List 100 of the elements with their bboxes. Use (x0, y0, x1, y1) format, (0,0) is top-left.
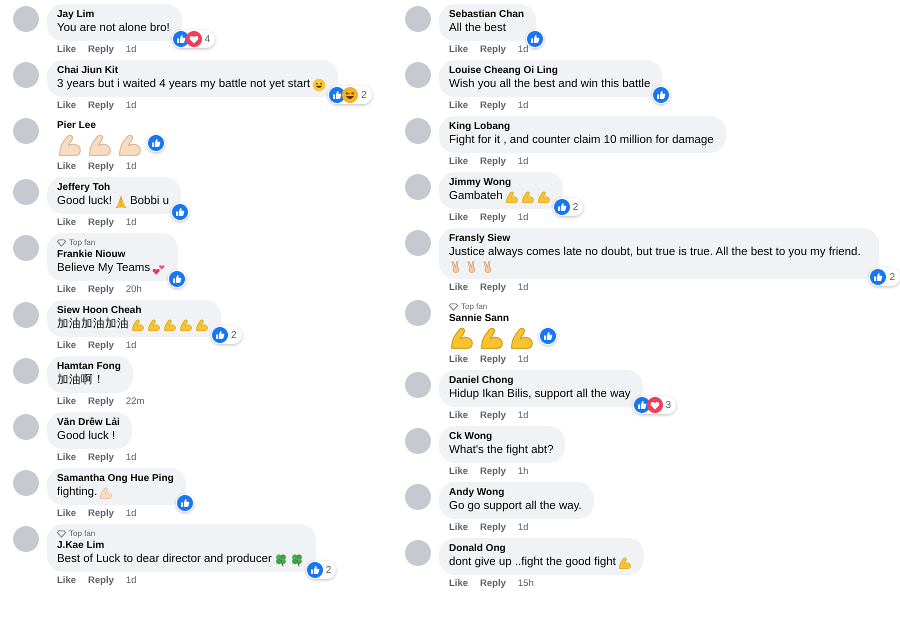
commenter-name[interactable]: Daniel Chong (449, 374, 631, 387)
reaction-summary[interactable]: 2 (211, 326, 242, 344)
like-link[interactable]: Like (57, 44, 76, 56)
like-link[interactable]: Like (57, 508, 76, 520)
reply-link[interactable]: Reply (88, 340, 114, 352)
commenter-name[interactable]: Donald Ong (449, 542, 632, 555)
reaction-summary[interactable]: 3 (632, 396, 676, 414)
avatar[interactable] (405, 174, 431, 200)
reaction-summary[interactable] (168, 270, 186, 288)
avatar[interactable] (13, 179, 39, 205)
commenter-name[interactable]: Sannie Sann (449, 312, 537, 325)
commenter-name[interactable]: Chai Jiun Kit (57, 64, 326, 77)
comment-text: Hidup Ikan Bilis, support all the way (449, 387, 631, 402)
avatar[interactable] (13, 6, 39, 32)
avatar[interactable] (13, 358, 39, 384)
reaction-summary[interactable] (526, 30, 544, 48)
avatar[interactable] (405, 230, 431, 256)
like-link[interactable]: Like (57, 340, 76, 352)
like-link[interactable]: Like (57, 284, 76, 296)
commenter-name[interactable]: Ck Wong (449, 430, 554, 443)
like-link[interactable]: Like (57, 161, 76, 173)
commenter-name[interactable]: King Lobang (449, 120, 714, 133)
reaction-summary[interactable]: 2 (328, 86, 372, 104)
avatar[interactable] (405, 540, 431, 566)
commenter-name[interactable]: Andy Wong (449, 486, 582, 499)
like-link[interactable]: Like (57, 217, 76, 229)
reply-link[interactable]: Reply (88, 100, 114, 112)
reply-link[interactable]: Reply (88, 396, 114, 408)
reply-link[interactable]: Reply (480, 156, 506, 168)
commenter-name[interactable]: Jimmy Wong (449, 176, 551, 189)
reaction-summary[interactable] (539, 327, 557, 345)
avatar[interactable] (13, 470, 39, 496)
like-link[interactable]: Like (57, 100, 76, 112)
avatar[interactable] (405, 6, 431, 32)
like-link[interactable]: Like (57, 396, 76, 408)
avatar[interactable] (405, 428, 431, 454)
comment-text: dont give up ..fight the good fight (449, 555, 616, 570)
reply-link[interactable]: Reply (480, 282, 506, 294)
reaction-summary[interactable] (147, 134, 165, 152)
commenter-name[interactable]: Sebastian Chan (449, 8, 524, 21)
avatar[interactable] (13, 526, 39, 552)
commenter-name[interactable]: Văn Drêw Lải (57, 416, 120, 429)
like-link[interactable]: Like (449, 578, 468, 590)
avatar[interactable] (405, 484, 431, 510)
avatar[interactable] (405, 372, 431, 398)
reaction-summary[interactable]: 2 (869, 268, 900, 286)
avatar[interactable] (405, 62, 431, 88)
avatar[interactable] (13, 302, 39, 328)
like-link[interactable]: Like (449, 410, 468, 422)
like-link[interactable]: Like (57, 575, 76, 587)
commenter-name[interactable]: Jay Lim (57, 8, 170, 21)
reply-link[interactable]: Reply (480, 100, 506, 112)
reaction-summary[interactable] (176, 494, 194, 512)
commenter-name[interactable]: Louise Cheang Oi Ling (449, 64, 650, 77)
comment-text: fighting. (57, 485, 98, 500)
like-link[interactable]: Like (449, 466, 468, 478)
reply-link[interactable]: Reply (88, 508, 114, 520)
reply-link[interactable]: Reply (88, 575, 114, 587)
reaction-summary[interactable]: 2 (306, 561, 336, 579)
commenter-name[interactable]: Jeffery Toh (57, 181, 169, 194)
like-link[interactable]: Like (449, 44, 468, 56)
reply-link[interactable]: Reply (480, 578, 506, 590)
reply-link[interactable]: Reply (480, 44, 506, 56)
like-link[interactable]: Like (449, 100, 468, 112)
reply-link[interactable]: Reply (88, 284, 114, 296)
avatar[interactable] (13, 414, 39, 440)
reply-link[interactable]: Reply (480, 466, 506, 478)
reply-link[interactable]: Reply (88, 161, 114, 173)
like-link[interactable]: Like (449, 282, 468, 294)
reply-link[interactable]: Reply (480, 354, 506, 366)
comment-text: Believe My Teams (57, 261, 150, 276)
reply-link[interactable]: Reply (88, 217, 114, 229)
commenter-name[interactable]: Frankie Niouw (57, 248, 166, 261)
like-link[interactable]: Like (57, 452, 76, 464)
avatar[interactable] (405, 118, 431, 144)
avatar[interactable] (13, 62, 39, 88)
flexed-arm-icon (87, 132, 113, 158)
reply-link[interactable]: Reply (480, 212, 506, 224)
timestamp: 1d (518, 282, 528, 294)
reaction-summary[interactable]: 2 (552, 198, 584, 216)
like-link[interactable]: Like (449, 212, 468, 224)
commenter-name[interactable]: Pier Lee (57, 119, 145, 132)
commenter-name[interactable]: Hamtan Fong (57, 360, 121, 373)
like-link[interactable]: Like (449, 522, 468, 534)
commenter-name[interactable]: Siew Hoon Cheah (57, 304, 209, 317)
avatar[interactable] (405, 300, 431, 326)
like-link[interactable]: Like (449, 156, 468, 168)
like-link[interactable]: Like (449, 354, 468, 366)
commenter-name[interactable]: Fransly Siew (449, 232, 868, 245)
reaction-summary[interactable] (171, 203, 189, 221)
reply-link[interactable]: Reply (480, 522, 506, 534)
reaction-summary[interactable]: 4 (172, 30, 216, 48)
reply-link[interactable]: Reply (480, 410, 506, 422)
reply-link[interactable]: Reply (88, 44, 114, 56)
reply-link[interactable]: Reply (88, 452, 114, 464)
avatar[interactable] (13, 235, 39, 261)
reaction-summary[interactable] (652, 86, 670, 104)
commenter-name[interactable]: J.Kae Lim (57, 539, 304, 552)
commenter-name[interactable]: Samantha Ong Hue Ping (57, 472, 174, 485)
avatar[interactable] (13, 118, 39, 144)
